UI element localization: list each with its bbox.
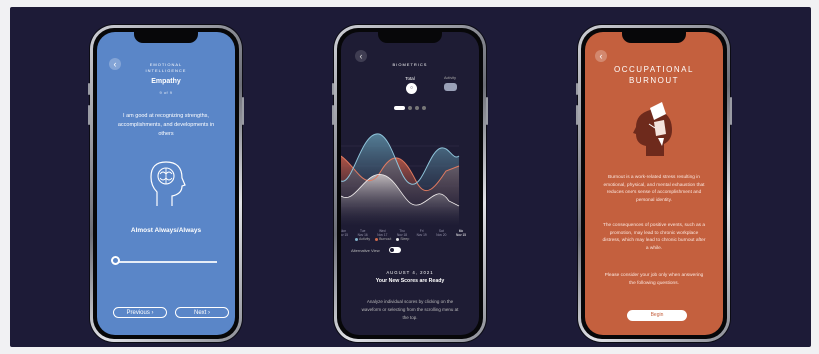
legend-burnout: Burnout — [371, 237, 391, 241]
chart-legend: Activity Burnout Sleep — [351, 237, 409, 241]
x-axis-tick-label: Nov 20 — [436, 233, 446, 236]
page-dot[interactable] — [422, 105, 426, 110]
phone-bezel: ‹ BIOMETRICS Total ○ Activity Mon ov 15 … — [337, 28, 483, 339]
x-axis-tick-label: Nov 15 — [341, 233, 348, 236]
page-dot[interactable] — [415, 105, 419, 110]
alternative-view-label: Alternative View — [351, 248, 380, 253]
answer-slider-handle[interactable] — [111, 256, 120, 265]
question-statement: I am good at recognizing strengths, acco… — [117, 113, 215, 137]
biometrics-waveform-chart[interactable]: MonNov 15TueNov 16WedNov 17ThuNov 18FriN… — [341, 126, 479, 236]
page-dot-active[interactable] — [394, 105, 405, 110]
burnout-title-line1: OCCUPATIONAL — [614, 65, 694, 74]
legend-sleep: Sleep — [392, 237, 409, 241]
phone-notch — [378, 32, 442, 43]
page-indicator[interactable] — [341, 99, 479, 117]
phone-notch — [622, 32, 686, 43]
burnout-paragraph-2: The consequences of positive events, suc… — [602, 223, 706, 251]
chevron-right-icon: › — [208, 310, 210, 316]
question-heading: Empathy — [151, 78, 181, 85]
page-dot[interactable] — [408, 105, 412, 110]
chart-instructions: Analyze individual scores by clicking on… — [361, 299, 459, 320]
alternative-view-toggle[interactable] — [389, 247, 401, 253]
activity-label: Activity — [444, 76, 457, 80]
chevron-right-icon: › — [151, 310, 154, 316]
burnout-paragraph-1: Burnout is a work-related stress resulti… — [603, 175, 705, 203]
phone-bezel: ‹ OCCUPATIONAL BURNOUT Burnout is a work… — [581, 28, 727, 339]
screen-biometrics: ‹ BIOMETRICS Total ○ Activity Mon ov 15 … — [341, 32, 479, 335]
phone-side-button — [88, 83, 90, 95]
phone-occupational-burnout: ‹ OCCUPATIONAL BURNOUT Burnout is a work… — [576, 25, 732, 342]
x-axis-tick-label: Nov 15 — [456, 233, 466, 236]
legend-activity: Activity — [351, 237, 370, 241]
next-button[interactable]: Next › — [175, 307, 229, 318]
head-brain-icon — [97, 156, 235, 213]
question-progress: 9 of 9 — [159, 90, 173, 95]
screen-occupational-burnout: ‹ OCCUPATIONAL BURNOUT Burnout is a work… — [585, 32, 723, 335]
chevron-left-icon[interactable]: ‹ — [595, 50, 607, 62]
activity-score-badge[interactable] — [444, 83, 457, 91]
total-score-badge[interactable]: ○ — [406, 83, 417, 94]
burnout-paragraph-3: Please consider your job only when answe… — [604, 273, 704, 286]
previous-button[interactable]: Previous › — [113, 307, 167, 318]
x-axis-tick-label: Nov 17 — [377, 233, 387, 236]
burnout-head-icon — [585, 94, 723, 163]
phone-side-button — [332, 105, 334, 125]
scores-heading: Your New Scores are Ready — [375, 278, 445, 284]
phone-side-button — [576, 105, 578, 125]
answer-label: Almost Always/Always — [130, 227, 202, 234]
x-axis-tick-label: Nov 19 — [417, 233, 427, 236]
phone-side-button — [576, 83, 578, 95]
biometrics-title: BIOMETRICS — [392, 62, 428, 67]
phone-notch — [134, 32, 198, 43]
phone-side-button — [486, 97, 488, 125]
phone-side-button — [730, 97, 732, 125]
begin-button[interactable]: Begin — [627, 310, 687, 321]
showcase-stage: ‹ EMOTIONAL INTELLIGENCE Empathy 9 of 9 … — [10, 7, 811, 347]
phone-side-button — [242, 97, 244, 125]
phone-bezel: ‹ EMOTIONAL INTELLIGENCE Empathy 9 of 9 … — [93, 28, 239, 339]
section-title-line1: EMOTIONAL — [149, 62, 183, 67]
section-title-line2: INTELLIGENCE — [145, 68, 187, 73]
x-axis-tick-label: Nov 16 — [358, 233, 368, 236]
burnout-title-line2: BURNOUT — [628, 76, 680, 85]
phone-emotional-intelligence: ‹ EMOTIONAL INTELLIGENCE Empathy 9 of 9 … — [88, 25, 244, 342]
phone-side-button — [88, 105, 90, 125]
phone-side-button — [332, 83, 334, 95]
answer-slider-track[interactable] — [117, 261, 217, 263]
phone-biometrics: ‹ BIOMETRICS Total ○ Activity Mon ov 15 … — [332, 25, 488, 342]
screen-emotional-intelligence: ‹ EMOTIONAL INTELLIGENCE Empathy 9 of 9 … — [97, 32, 235, 335]
total-label: Total — [405, 76, 415, 81]
report-date: AUGUST 4, 2021 — [386, 270, 434, 275]
previous-label: Previous — [126, 310, 150, 316]
next-label: Next — [193, 310, 207, 316]
x-axis-tick-label: Nov 18 — [397, 233, 407, 236]
chevron-left-icon[interactable]: ‹ — [355, 50, 367, 62]
